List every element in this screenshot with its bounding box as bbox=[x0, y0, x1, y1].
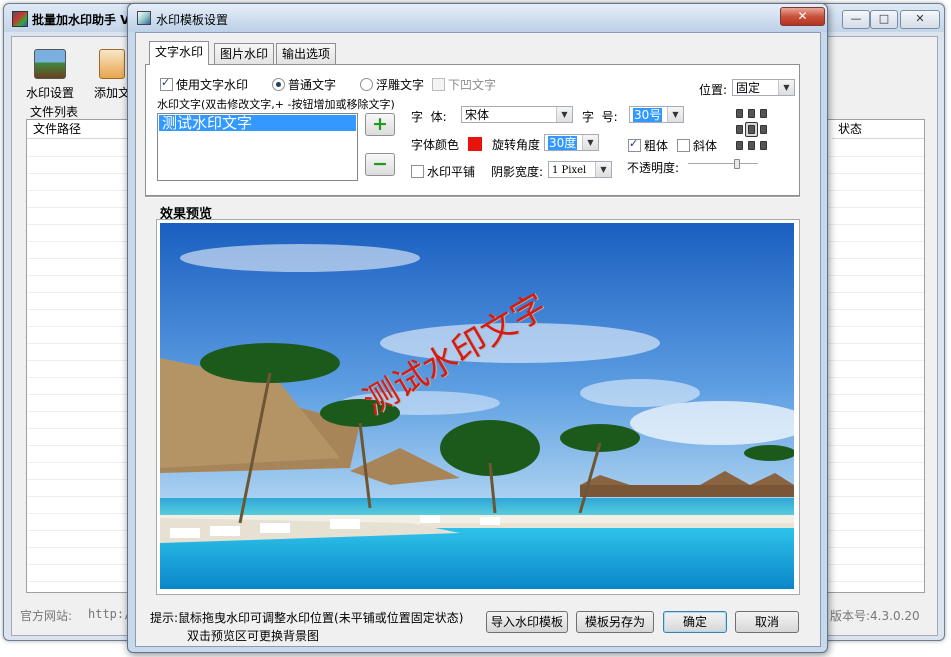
font-select[interactable]: 宋体 ▼ bbox=[461, 106, 573, 123]
file-list-group-label: 文件列表 bbox=[28, 103, 81, 120]
version-text: 版本号:4.3.0.20 bbox=[830, 609, 920, 623]
beach-preview-image bbox=[160, 223, 794, 589]
shadow-width-select[interactable]: 1 Pixel ▼ bbox=[548, 161, 612, 178]
tab-text-watermark[interactable]: 文字水印 bbox=[149, 41, 210, 65]
main-close-button[interactable]: ✕ bbox=[900, 10, 940, 29]
text-watermark-panel: 使用文字水印 普通文字 浮雕文字 下凹文字 水印文字(双击修改文字,+ -按钮增… bbox=[145, 64, 800, 196]
checkbox-box bbox=[628, 137, 641, 152]
tile-checkbox[interactable]: 水印平铺 bbox=[411, 163, 475, 180]
dialog-icon bbox=[137, 11, 151, 25]
main-title: 批量加水印助手 V bbox=[32, 13, 130, 27]
watermark-text-list[interactable]: 测试水印文字 bbox=[157, 113, 358, 181]
use-text-watermark-checkbox[interactable]: 使用文字水印 bbox=[160, 76, 248, 93]
bold-checkbox[interactable]: 粗体 bbox=[628, 137, 668, 154]
pos-middle-right[interactable] bbox=[760, 125, 767, 134]
chevron-down-icon: ▼ bbox=[778, 80, 794, 95]
picture-icon bbox=[34, 49, 66, 79]
chevron-down-icon: ▼ bbox=[595, 162, 611, 177]
preview-area[interactable]: 测试水印文字 bbox=[160, 223, 794, 589]
website-label: 官方网站: bbox=[20, 609, 73, 623]
app-icon bbox=[12, 11, 28, 27]
font-color-label: 字体颜色 bbox=[411, 138, 460, 152]
pos-top-right[interactable] bbox=[760, 109, 767, 118]
minus-icon: − bbox=[372, 153, 388, 175]
tab-output-options[interactable]: 输出选项 bbox=[276, 43, 337, 64]
radio-dot bbox=[360, 78, 373, 91]
text-list-label: 水印文字(双击修改文字,+ -按钮增加或移除文字) bbox=[157, 98, 395, 111]
rotation-label: 旋转角度 bbox=[492, 138, 541, 152]
pos-top-center[interactable] bbox=[748, 109, 755, 118]
chevron-down-icon: ▼ bbox=[582, 135, 598, 150]
dialog-title: 水印模板设置 bbox=[156, 13, 229, 27]
col-header-status[interactable]: 状态 bbox=[832, 120, 924, 139]
pos-bottom-left[interactable] bbox=[736, 141, 743, 150]
col-header-path[interactable]: 文件路径 bbox=[27, 120, 137, 139]
dialog-close-button[interactable]: ✕ bbox=[780, 7, 825, 26]
slider-track bbox=[688, 163, 758, 165]
pos-middle-left[interactable] bbox=[736, 125, 743, 134]
add-text-button[interactable]: + bbox=[365, 113, 395, 136]
pos-top-left[interactable] bbox=[736, 109, 743, 118]
radio-normal-text[interactable]: 普通文字 bbox=[272, 76, 336, 93]
shadow-width-label: 阴影宽度: bbox=[491, 165, 544, 179]
hint-line-2: 双击预览区可更换背景图 bbox=[187, 629, 320, 643]
pos-bottom-center[interactable] bbox=[748, 141, 755, 150]
radio-emboss-text[interactable]: 浮雕文字 bbox=[360, 76, 424, 93]
cancel-button[interactable]: 取消 bbox=[735, 611, 799, 633]
opacity-slider[interactable] bbox=[688, 157, 758, 171]
position-label: 位置: bbox=[699, 83, 728, 97]
opacity-label: 不透明度: bbox=[627, 161, 680, 175]
watermark-settings-label: 水印设置 bbox=[25, 86, 74, 100]
dialog-titlebar: 水印模板设置 ✕ bbox=[128, 4, 827, 32]
checkbox-engrave-text: 下凹文字 bbox=[432, 76, 496, 93]
italic-checkbox[interactable]: 斜体 bbox=[677, 137, 717, 154]
remove-text-button[interactable]: − bbox=[365, 153, 395, 176]
plus-icon: + bbox=[372, 113, 388, 135]
maximize-button[interactable]: □ bbox=[870, 10, 898, 29]
import-template-button[interactable]: 导入水印模板 bbox=[486, 611, 568, 633]
divider bbox=[145, 196, 800, 198]
checkbox-box bbox=[432, 78, 445, 91]
chevron-down-icon: ▼ bbox=[556, 107, 572, 122]
font-color-swatch[interactable] bbox=[468, 137, 482, 151]
radio-dot bbox=[272, 78, 285, 91]
checkbox-box bbox=[160, 76, 173, 91]
position-select[interactable]: 固定 ▼ bbox=[732, 79, 795, 96]
slider-thumb[interactable] bbox=[734, 159, 740, 169]
hint-line-1: 提示:鼠标拖曳水印可调整水印位置(未平铺或位置固定状态) bbox=[150, 611, 464, 625]
minimize-button[interactable]: — bbox=[842, 10, 870, 29]
tab-image-watermark[interactable]: 图片水印 bbox=[214, 43, 275, 64]
chevron-down-icon: ▼ bbox=[667, 107, 683, 122]
watermark-template-dialog: 水印模板设置 ✕ 文字水印 图片水印 输出选项 使用文字水印 普通文字 浮雕文字… bbox=[127, 3, 828, 653]
rotation-select[interactable]: 30度 ▼ bbox=[544, 134, 599, 151]
website-link[interactable]: http:/ bbox=[88, 607, 131, 621]
pos-bottom-right[interactable] bbox=[760, 141, 767, 150]
font-label: 字 体: bbox=[411, 110, 447, 124]
ok-button[interactable]: 确定 bbox=[663, 611, 727, 633]
pos-center-selected[interactable] bbox=[745, 122, 758, 137]
add-file-icon bbox=[99, 49, 125, 79]
watermark-settings-button[interactable]: 水印设置 bbox=[22, 45, 78, 100]
save-template-as-button[interactable]: 模板另存为 bbox=[576, 611, 654, 633]
size-select[interactable]: 30号 ▼ bbox=[629, 106, 684, 123]
checkbox-box bbox=[677, 139, 690, 152]
size-label: 字 号: bbox=[582, 110, 618, 124]
text-list-item[interactable]: 测试水印文字 bbox=[159, 115, 356, 131]
dialog-client: 文字水印 图片水印 输出选项 使用文字水印 普通文字 浮雕文字 下凹文字 水印文… bbox=[135, 32, 821, 647]
checkbox-box bbox=[411, 165, 424, 178]
position-grid[interactable] bbox=[732, 105, 772, 153]
